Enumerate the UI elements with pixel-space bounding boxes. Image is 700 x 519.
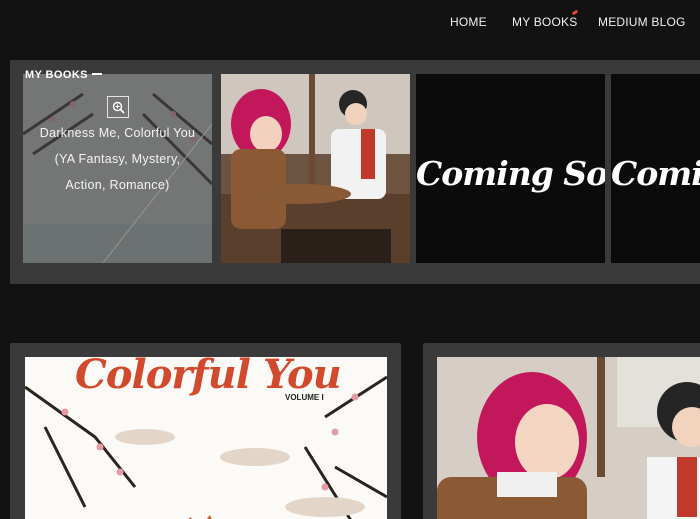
coming-soon-label: Coming Soon xyxy=(611,154,700,193)
zoom-in-icon[interactable] xyxy=(107,96,129,118)
title-dash xyxy=(92,73,102,75)
cover-title: Colorful You xyxy=(75,357,342,398)
colorful-you-cover: Colorful You VOLUME I xyxy=(25,357,387,519)
my-books-carousel: Darkness Me, Colorful You (YA Fantasy, M… xyxy=(10,60,700,284)
nav-my-books[interactable]: MY BOOKS xyxy=(512,15,577,29)
book-slide-coming-soon[interactable]: Coming Soon xyxy=(416,74,605,263)
coming-soon-label: Coming Soon xyxy=(416,154,605,193)
book-card-colorful-you[interactable]: Colorful You VOLUME I xyxy=(10,343,401,519)
nav-medium-blog[interactable]: MEDIUM BLOG xyxy=(598,15,686,29)
corruptions-cover-art-large xyxy=(437,357,700,519)
book-slide-coming-soon-2[interactable]: Coming Soon xyxy=(611,74,700,263)
top-nav: HOME MY BOOKS MEDIUM BLOG xyxy=(0,0,700,44)
nav-home[interactable]: HOME xyxy=(450,15,487,29)
corruptions-cover-large xyxy=(437,357,700,519)
cover-volume: VOLUME I xyxy=(285,393,324,402)
book-slide-darkness-me[interactable]: Darkness Me, Colorful You (YA Fantasy, M… xyxy=(23,74,212,263)
carousel-title: MY BOOKS xyxy=(25,69,88,81)
book-card-corruptions[interactable] xyxy=(423,343,700,519)
book-slide-corruptions[interactable] xyxy=(221,74,410,263)
corruptions-cover-art xyxy=(221,74,410,263)
book-caption: Darkness Me, Colorful You (YA Fantasy, M… xyxy=(39,126,196,192)
